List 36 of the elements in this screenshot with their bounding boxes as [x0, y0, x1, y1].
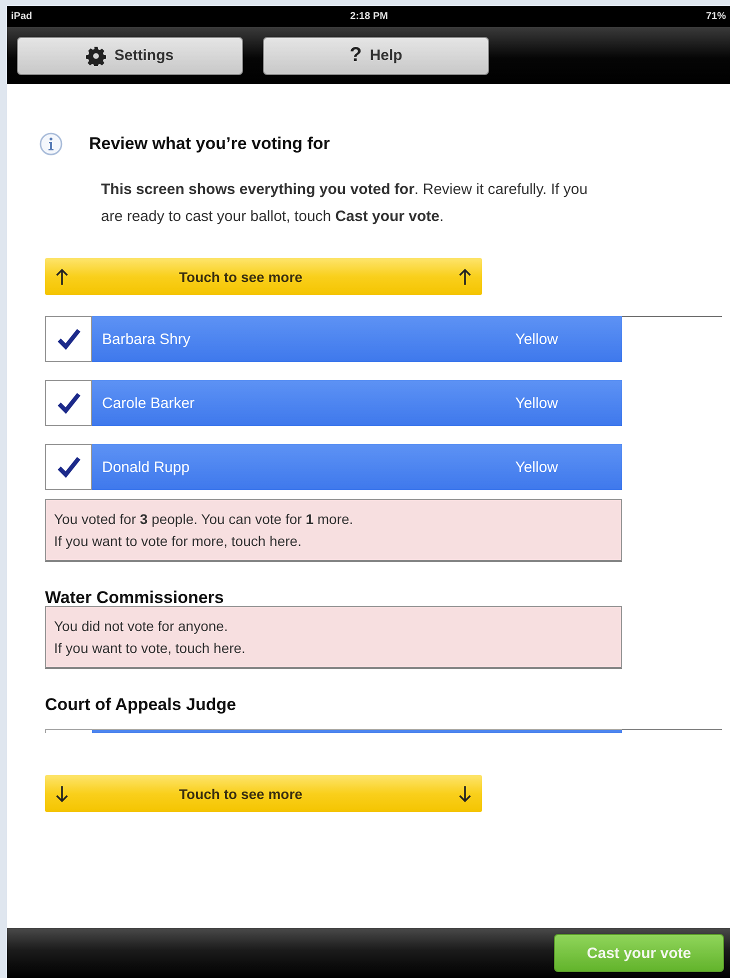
- section-heading: Review what you’re voting for: [89, 134, 330, 154]
- checkbox[interactable]: [45, 444, 92, 490]
- candidate-name: Carole Barker: [102, 394, 195, 412]
- arrow-down-icon: [55, 784, 69, 802]
- party-name: Yellow: [515, 394, 558, 412]
- status-time: 2:18 PM: [350, 11, 388, 22]
- device-name: iPad: [11, 11, 32, 22]
- battery-level: 71%: [706, 11, 726, 22]
- checkbox[interactable]: [45, 380, 92, 426]
- candidate-row[interactable]: [45, 729, 622, 733]
- scroll-up-button[interactable]: Touch to see more: [45, 258, 482, 295]
- party-name: Yellow: [515, 458, 558, 476]
- help-button[interactable]: ? Help: [263, 36, 489, 74]
- help-glyph: ?: [350, 44, 362, 67]
- gear-icon: [86, 46, 106, 66]
- settings-button[interactable]: Settings: [17, 36, 243, 74]
- scroll-down-button[interactable]: Touch to see more: [45, 775, 482, 812]
- candidate-row[interactable]: Donald Rupp Yellow: [92, 444, 622, 490]
- arrow-up-icon: [458, 268, 472, 286]
- checkmark-icon: [56, 390, 82, 416]
- info-icon: [39, 132, 63, 156]
- vote-notice[interactable]: You voted for 3 people. You can vote for 1 more. If you want to vote for more, touch here.: [45, 499, 622, 562]
- candidate-name: Donald Rupp: [102, 458, 190, 476]
- contest-title: Court of Appeals Judge: [45, 695, 238, 715]
- candidate-row[interactable]: Carole Barker Yellow: [92, 380, 622, 426]
- party-name: Yellow: [515, 330, 558, 348]
- arrow-up-icon: [55, 268, 69, 286]
- checkmark-icon: [56, 454, 82, 480]
- contest-title: Water Commissioners: [45, 588, 225, 608]
- checkbox[interactable]: [45, 316, 92, 362]
- candidate-name: Barbara Shry: [102, 330, 190, 348]
- candidate-row[interactable]: Barbara Shry Yellow: [92, 316, 622, 362]
- vote-notice[interactable]: You did not vote for anyone. If you want to vote, touch here.: [45, 606, 622, 669]
- arrow-down-icon: [458, 784, 472, 802]
- checkmark-icon: [56, 326, 82, 352]
- instructions-text: This screen shows everything you voted for. Review it carefully. If you are ready to cast your ballot, touch Cast your vote.: [101, 180, 589, 227]
